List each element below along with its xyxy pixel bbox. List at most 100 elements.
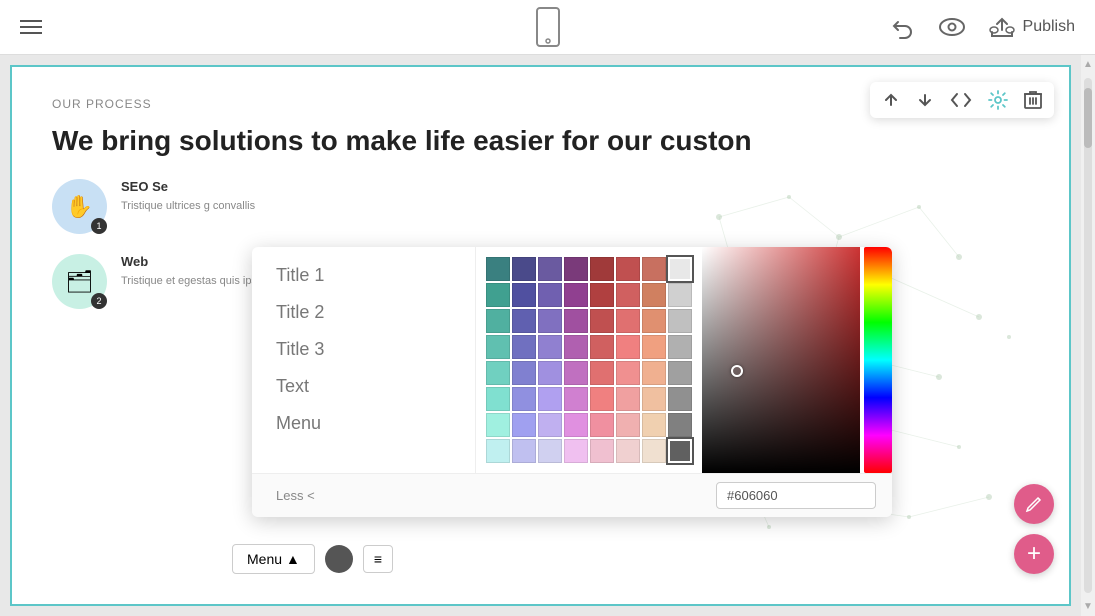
color-swatch[interactable] [668, 439, 692, 463]
menu-item-text[interactable]: Text [252, 368, 475, 405]
color-swatch[interactable] [538, 387, 562, 411]
hamburger-icon [20, 20, 42, 34]
color-swatch[interactable] [486, 361, 510, 385]
add-fab[interactable]: + [1014, 534, 1054, 574]
color-swatch[interactable] [590, 413, 614, 437]
scroll-down-arrow[interactable]: ▼ [1083, 601, 1093, 612]
color-swatch[interactable] [512, 283, 536, 307]
gradient-picker[interactable] [702, 247, 892, 473]
publish-button[interactable]: Publish [989, 16, 1075, 38]
color-swatch[interactable] [538, 413, 562, 437]
color-swatch[interactable] [486, 387, 510, 411]
color-swatch[interactable] [590, 309, 614, 333]
settings-button[interactable] [988, 90, 1008, 110]
color-swatch[interactable] [642, 361, 666, 385]
color-swatch[interactable] [668, 257, 692, 281]
color-swatch[interactable] [616, 257, 640, 281]
color-circle-dot[interactable] [325, 545, 353, 573]
color-swatch[interactable] [590, 335, 614, 359]
color-swatch[interactable] [668, 387, 692, 411]
color-swatch[interactable] [564, 309, 588, 333]
menu-dropdown-button[interactable]: Menu ▲ [232, 544, 315, 574]
color-swatch[interactable] [668, 283, 692, 307]
hex-input[interactable] [716, 482, 876, 509]
color-swatch[interactable] [590, 257, 614, 281]
color-swatch[interactable] [512, 335, 536, 359]
color-swatch[interactable] [512, 309, 536, 333]
color-swatch[interactable] [512, 361, 536, 385]
color-swatch[interactable] [616, 439, 640, 463]
color-swatch[interactable] [564, 335, 588, 359]
color-swatch[interactable] [538, 257, 562, 281]
menu-item-menu[interactable]: Menu [252, 405, 475, 442]
color-swatch[interactable] [512, 439, 536, 463]
edit-fab[interactable] [1014, 484, 1054, 524]
menu-items-panel: Title 1 Title 2 Title 3 Text Menu [252, 247, 476, 473]
color-swatch[interactable] [590, 439, 614, 463]
color-swatch[interactable] [538, 283, 562, 307]
color-swatch[interactable] [668, 361, 692, 385]
dropdown-arrow-icon: ▲ [286, 551, 300, 567]
color-swatch[interactable] [616, 309, 640, 333]
color-swatch[interactable] [590, 361, 614, 385]
color-swatch[interactable] [642, 257, 666, 281]
arrow-up-icon [882, 91, 900, 109]
swatches-grid [486, 257, 692, 463]
color-swatch[interactable] [538, 361, 562, 385]
color-swatch[interactable] [642, 387, 666, 411]
color-swatch[interactable] [486, 283, 510, 307]
menu-item-title2[interactable]: Title 2 [252, 294, 475, 331]
hue-bar[interactable] [864, 247, 892, 473]
color-swatch[interactable] [642, 309, 666, 333]
canvas: OUR PROCESS We bring solutions to make l… [10, 65, 1071, 606]
color-swatch[interactable] [642, 439, 666, 463]
color-swatch[interactable] [564, 257, 588, 281]
code-button[interactable] [950, 92, 972, 108]
color-swatch[interactable] [668, 309, 692, 333]
less-button[interactable]: Less < [268, 484, 323, 507]
plus-icon: + [1027, 542, 1041, 566]
hamburger-button[interactable] [20, 20, 42, 34]
color-swatch[interactable] [590, 387, 614, 411]
scroll-up-arrow[interactable]: ▲ [1083, 59, 1093, 70]
color-swatch[interactable] [512, 413, 536, 437]
color-swatch[interactable] [486, 439, 510, 463]
color-swatch[interactable] [642, 335, 666, 359]
color-swatch[interactable] [590, 283, 614, 307]
color-swatch[interactable] [616, 413, 640, 437]
menu-item-title1[interactable]: Title 1 [252, 257, 475, 294]
color-swatch[interactable] [512, 257, 536, 281]
color-swatch[interactable] [616, 283, 640, 307]
menu-item-title3[interactable]: Title 3 [252, 331, 475, 368]
color-swatch[interactable] [616, 361, 640, 385]
color-swatch[interactable] [538, 309, 562, 333]
color-swatch[interactable] [564, 387, 588, 411]
move-down-button[interactable] [916, 91, 934, 109]
color-swatch[interactable] [564, 361, 588, 385]
color-swatch[interactable] [486, 309, 510, 333]
scrollbar-thumb[interactable] [1084, 88, 1092, 148]
move-up-button[interactable] [882, 91, 900, 109]
color-swatch[interactable] [538, 439, 562, 463]
color-swatch[interactable] [642, 413, 666, 437]
color-swatch[interactable] [616, 387, 640, 411]
color-swatch[interactable] [486, 335, 510, 359]
preview-button[interactable] [939, 18, 965, 36]
color-swatch[interactable] [564, 413, 588, 437]
scrollbar-track[interactable] [1084, 78, 1092, 593]
color-swatch[interactable] [668, 413, 692, 437]
color-swatch[interactable] [486, 413, 510, 437]
delete-button[interactable] [1024, 90, 1042, 110]
color-swatch[interactable] [564, 439, 588, 463]
color-swatch[interactable] [668, 335, 692, 359]
undo-button[interactable] [891, 15, 915, 39]
color-swatch[interactable] [486, 257, 510, 281]
mobile-view-button[interactable] [535, 7, 561, 47]
color-brightness-gradient[interactable] [702, 247, 860, 473]
color-swatch[interactable] [616, 335, 640, 359]
color-swatch[interactable] [538, 335, 562, 359]
color-swatch[interactable] [564, 283, 588, 307]
align-button[interactable]: ≡ [363, 545, 393, 573]
color-swatch[interactable] [642, 283, 666, 307]
color-swatch[interactable] [512, 387, 536, 411]
